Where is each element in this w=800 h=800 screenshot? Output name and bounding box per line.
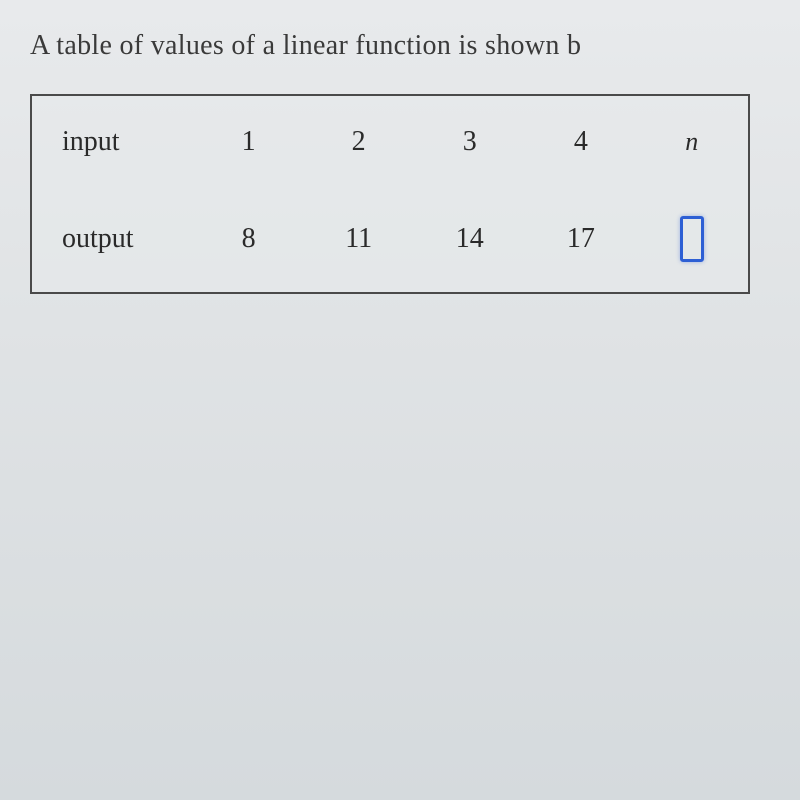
input-cell-2: 3 [415, 98, 524, 186]
output-cell-2: 14 [415, 188, 524, 290]
linear-function-table: input 1 2 3 4 n output 8 11 14 17 [30, 94, 750, 294]
output-cell-3: 17 [526, 188, 635, 290]
input-row-label: input [34, 98, 193, 186]
input-cell-1: 2 [304, 98, 413, 186]
output-row-label: output [34, 188, 193, 290]
input-cell-0: 1 [195, 98, 302, 186]
input-row: input 1 2 3 4 n [34, 98, 746, 186]
input-cell-3: 4 [526, 98, 635, 186]
answer-input-slot[interactable] [680, 216, 704, 262]
question-prompt: A table of values of a linear function i… [30, 30, 770, 62]
output-row: output 8 11 14 17 [34, 188, 746, 290]
input-cell-n: n [637, 98, 746, 186]
output-cell-0: 8 [195, 188, 302, 290]
output-answer-cell [637, 188, 746, 290]
output-cell-1: 11 [304, 188, 413, 290]
